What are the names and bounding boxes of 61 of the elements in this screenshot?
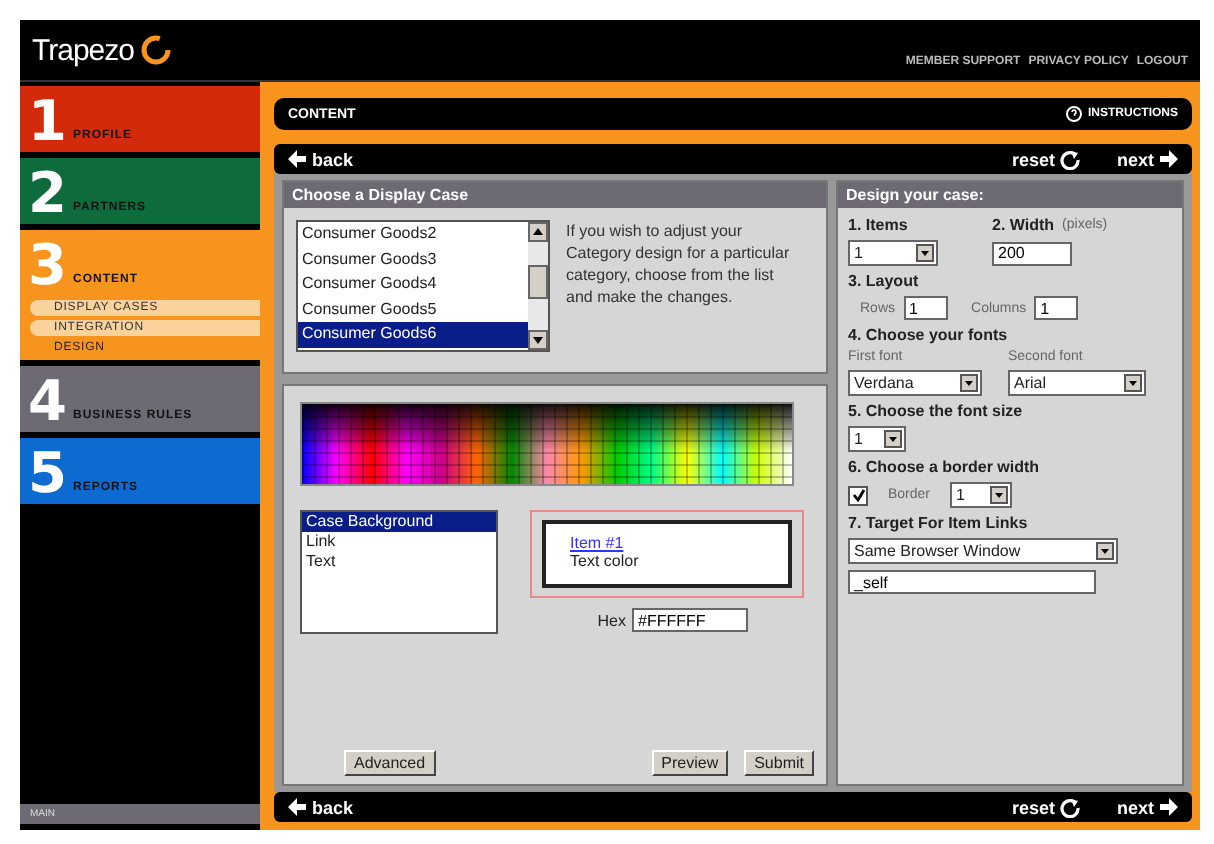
list-option[interactable]: Text xyxy=(302,552,496,572)
list-option[interactable]: Consumer Goods2 xyxy=(298,222,528,248)
check-icon xyxy=(851,488,865,502)
right-arrow-icon xyxy=(1160,150,1178,168)
item-number: 3 xyxy=(28,236,67,296)
logo-text[interactable]: Trapezo xyxy=(32,33,134,67)
columns-field[interactable]: 1 xyxy=(1034,296,1079,320)
back-link[interactable]: back xyxy=(288,149,354,169)
preview-text: Text color xyxy=(570,552,641,570)
item-number: 5 xyxy=(28,444,67,504)
rows-field[interactable]: 1 xyxy=(903,296,948,320)
list-option[interactable]: Consumer Goods4 xyxy=(298,272,528,298)
list-option[interactable]: Link xyxy=(302,532,496,552)
reset-link[interactable]: reset xyxy=(1011,797,1081,817)
reset-link[interactable]: reset xyxy=(1011,149,1081,169)
form-button[interactable]: Submit xyxy=(744,750,814,776)
left-arrow-icon xyxy=(288,798,306,816)
hex-field[interactable]: #FFFFFF xyxy=(632,608,748,632)
field-label: 4. Choose your fonts xyxy=(848,326,1010,344)
items-select[interactable]: 1 xyxy=(848,240,938,266)
field-label: 6. Choose a border width xyxy=(848,458,1042,476)
display-case-list[interactable]: Consumer Goods2 Consumer Goods3 Consumer Goods4 Consumer Goods5 Consumer Goods6 xyxy=(296,220,550,352)
target-select[interactable]: Same Browser Window xyxy=(848,538,1118,564)
next-link[interactable]: next xyxy=(1116,797,1178,817)
scrollbar-icon[interactable] xyxy=(528,222,548,350)
help-icon xyxy=(1066,106,1082,122)
list-option[interactable]: Consumer Goods5 xyxy=(298,297,528,323)
left-arrow-icon xyxy=(288,150,306,168)
panel-title: Design your case: xyxy=(838,182,1182,208)
field-label: 7. Target For Item Links xyxy=(848,514,1030,532)
item-number: 2 xyxy=(28,164,67,224)
next-link[interactable]: next xyxy=(1116,149,1178,169)
panel-title: Choose a Display Case xyxy=(284,182,826,208)
item-number: 4 xyxy=(28,372,67,432)
list-option[interactable]: Consumer Goods6 xyxy=(298,322,528,348)
color-target-list[interactable]: Case Background Link Text xyxy=(300,510,498,634)
list-option[interactable]: Consumer Goods3 xyxy=(298,247,528,273)
logo-ring-icon xyxy=(139,34,172,66)
border-select[interactable]: 1 xyxy=(950,482,1013,508)
right-arrow-icon xyxy=(1160,798,1178,816)
font-select[interactable]: Arial xyxy=(1008,370,1146,396)
form-button[interactable]: Preview xyxy=(651,750,729,776)
help-text: If you wish to adjust your Category design for a particular category, choose from the list and make the changes. xyxy=(566,220,792,310)
item-number: 1 xyxy=(28,92,67,152)
list-option[interactable]: Case Background xyxy=(302,512,496,532)
reset-icon xyxy=(1060,149,1081,169)
font-select[interactable]: Verdana xyxy=(848,370,982,396)
border-checkbox[interactable] xyxy=(848,485,868,505)
field-label: 5. Choose the font size xyxy=(848,402,1025,420)
reset-icon xyxy=(1060,797,1081,817)
field-label: 2. Width xyxy=(992,216,1055,234)
preview-link[interactable]: Item #1 xyxy=(570,534,788,552)
width-field[interactable]: 200 xyxy=(992,241,1072,265)
target-field[interactable]: _self xyxy=(848,570,1096,594)
hex-label: Hex xyxy=(597,611,626,629)
size-select[interactable]: 1 xyxy=(848,426,906,452)
field-label: 1. Items xyxy=(848,216,910,234)
back-link[interactable]: back xyxy=(288,797,354,817)
form-button[interactable]: Advanced xyxy=(344,750,436,776)
color-palette[interactable] xyxy=(300,402,794,486)
field-label: 3. Layout xyxy=(848,272,921,290)
